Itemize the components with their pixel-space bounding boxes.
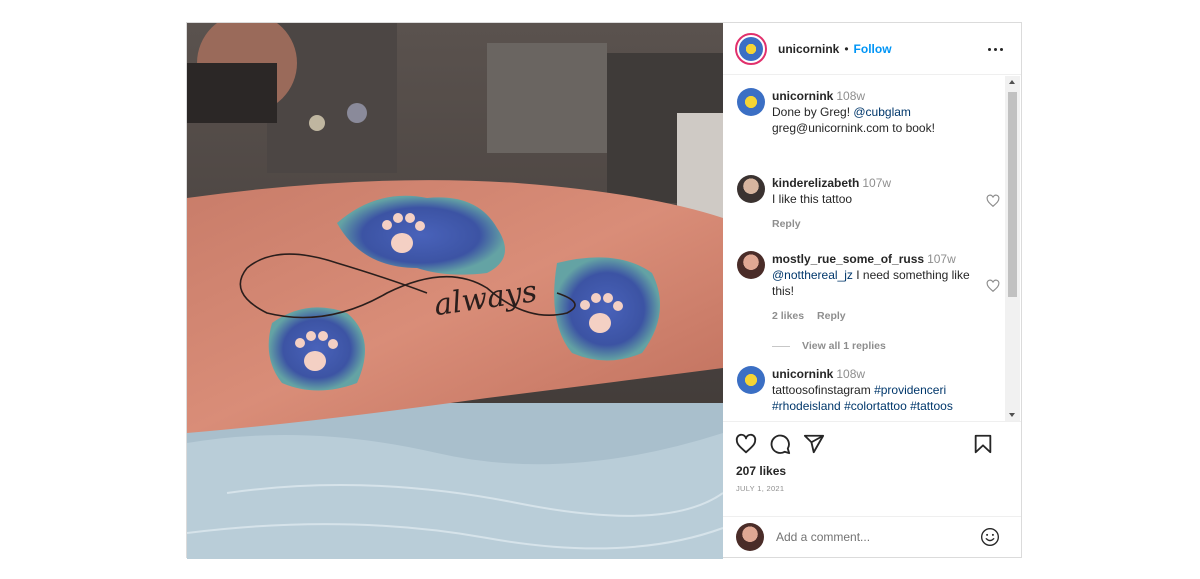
- comment-icon[interactable]: [769, 433, 791, 455]
- scroll-down-arrow-icon[interactable]: [1009, 413, 1015, 417]
- hashtag-link[interactable]: #tattoos: [910, 399, 953, 413]
- comment-meta: 2 likes Reply: [772, 308, 977, 324]
- caption-body: unicornink 108w Done by Greg! @cubglam gr…: [772, 88, 977, 136]
- comment-body: mostly_rue_some_of_russ 107w @notthereal_…: [772, 251, 977, 324]
- author-username[interactable]: unicornink: [778, 42, 839, 56]
- hashtag-link[interactable]: #colortattoo: [844, 399, 907, 413]
- comment-username[interactable]: mostly_rue_some_of_russ: [772, 252, 924, 266]
- post-date[interactable]: JULY 1, 2021: [736, 484, 784, 493]
- hashtag-link[interactable]: #providenceri: [874, 383, 946, 397]
- mention-link[interactable]: @cubglam: [853, 105, 911, 119]
- commenter-avatar[interactable]: [737, 175, 765, 203]
- likes-count[interactable]: 207 likes: [736, 464, 786, 478]
- caption-email: greg@unicornink.com to book!: [772, 121, 935, 135]
- share-icon[interactable]: [803, 433, 825, 455]
- comment-time: 108w: [836, 89, 866, 103]
- post-photo[interactable]: always: [187, 23, 723, 559]
- reply-button[interactable]: Reply: [817, 310, 846, 322]
- comment-likes-count[interactable]: 2 likes: [772, 310, 804, 322]
- view-replies-label: View all 1 replies: [802, 340, 886, 352]
- commenter-avatar[interactable]: [737, 251, 765, 279]
- more-options-icon[interactable]: [985, 39, 1005, 59]
- comment-time: 107w: [927, 252, 956, 266]
- comment-time: 108w: [836, 367, 866, 381]
- tattoo-photo-illustration: always: [187, 23, 723, 559]
- post-side-panel: unicornink • Follow unicornink 108w Done …: [723, 23, 1021, 557]
- post-actions: 207 likes JULY 1, 2021: [723, 421, 1021, 516]
- comments-list: unicornink 108w Done by Greg! @cubglam gr…: [723, 76, 1021, 421]
- viewer-avatar: [736, 523, 764, 551]
- comments-scrollbar[interactable]: [1005, 76, 1020, 421]
- reply-button[interactable]: Reply: [772, 218, 801, 230]
- comment-time: 107w: [862, 176, 892, 190]
- comment-text: tattoosofinstagram: [772, 383, 875, 397]
- like-comment-heart-icon[interactable]: [986, 279, 1000, 293]
- mention-link[interactable]: @notthereal_jz: [772, 268, 853, 282]
- add-comment-bar: [723, 516, 1021, 557]
- scrollbar-thumb[interactable]: [1008, 92, 1017, 297]
- replies-divider-line: [772, 345, 790, 347]
- caption-avatar[interactable]: [737, 88, 765, 116]
- post-header: unicornink • Follow: [723, 23, 1021, 75]
- comment-body: kinderelizabeth 107w I like this tattoo R…: [772, 175, 977, 232]
- emoji-icon[interactable]: [980, 527, 1000, 547]
- view-replies-button[interactable]: View all 1 replies: [772, 340, 886, 352]
- heart-icon[interactable]: [735, 433, 757, 455]
- comment-username[interactable]: kinderelizabeth: [772, 176, 859, 190]
- add-comment-input[interactable]: [776, 530, 976, 544]
- bookmark-icon[interactable]: [972, 433, 994, 455]
- commenter-avatar[interactable]: [737, 366, 765, 394]
- instagram-post-embed: always unicornink • Follow unicornink 108…: [186, 22, 1022, 559]
- comment-username[interactable]: unicornink: [772, 367, 833, 381]
- like-comment-heart-icon[interactable]: [986, 194, 1000, 208]
- author-avatar[interactable]: [735, 32, 767, 65]
- comment-username[interactable]: unicornink: [772, 89, 833, 103]
- follow-button[interactable]: Follow: [854, 42, 892, 56]
- comment-meta: Reply: [772, 216, 977, 232]
- caption-text: Done by Greg!: [772, 105, 854, 119]
- comment-text: I like this tattoo: [772, 192, 853, 206]
- hashtag-link[interactable]: #rhodeisland: [772, 399, 841, 413]
- comment-body: unicornink 108w tattoosofinstagram #provi…: [772, 366, 977, 414]
- header-separator: •: [844, 41, 849, 56]
- scroll-up-arrow-icon[interactable]: [1009, 80, 1015, 84]
